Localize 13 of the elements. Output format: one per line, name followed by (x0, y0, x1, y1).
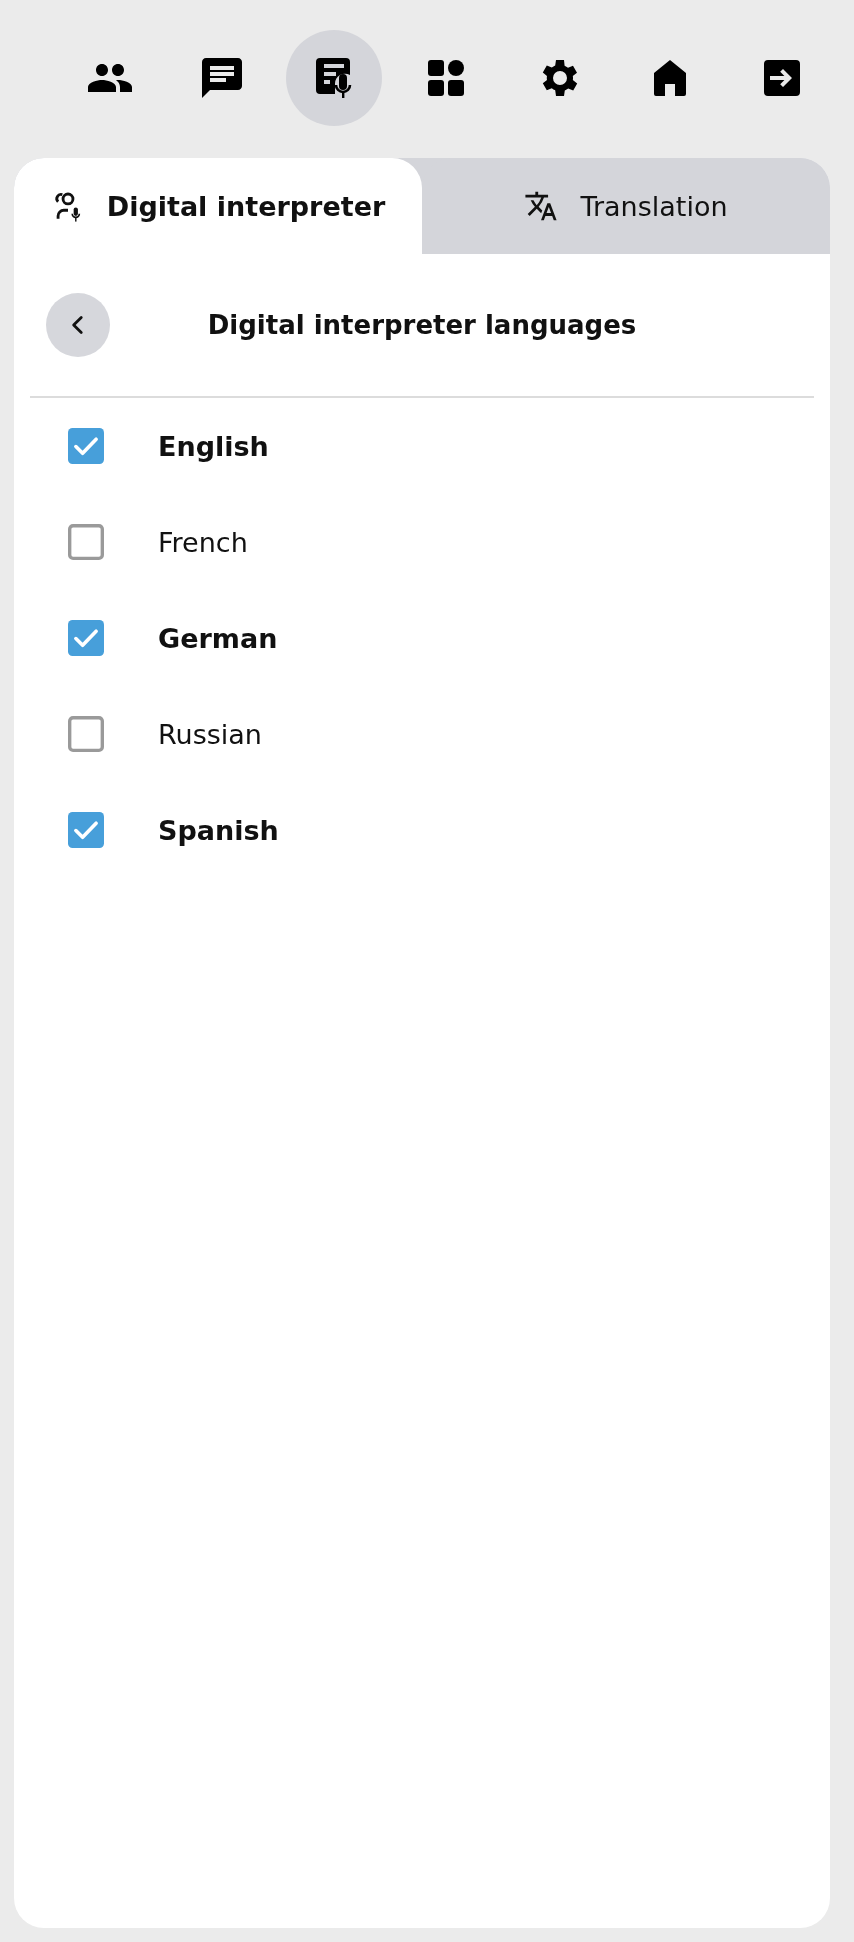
checkbox[interactable] (68, 620, 104, 656)
tab[interactable]: Digital interpreter (14, 158, 422, 254)
checkbox[interactable] (68, 812, 104, 848)
language-label: French (158, 526, 248, 558)
language-label: English (158, 430, 269, 462)
checkbox[interactable] (68, 716, 104, 752)
translate-icon (524, 189, 559, 223)
language-label: Russian (158, 718, 262, 750)
checkbox[interactable] (68, 428, 104, 464)
language-label: German (158, 622, 278, 654)
language-label: Spanish (158, 814, 279, 846)
checkbox[interactable] (68, 524, 104, 560)
page-title: Digital interpreter languages (206, 310, 638, 340)
